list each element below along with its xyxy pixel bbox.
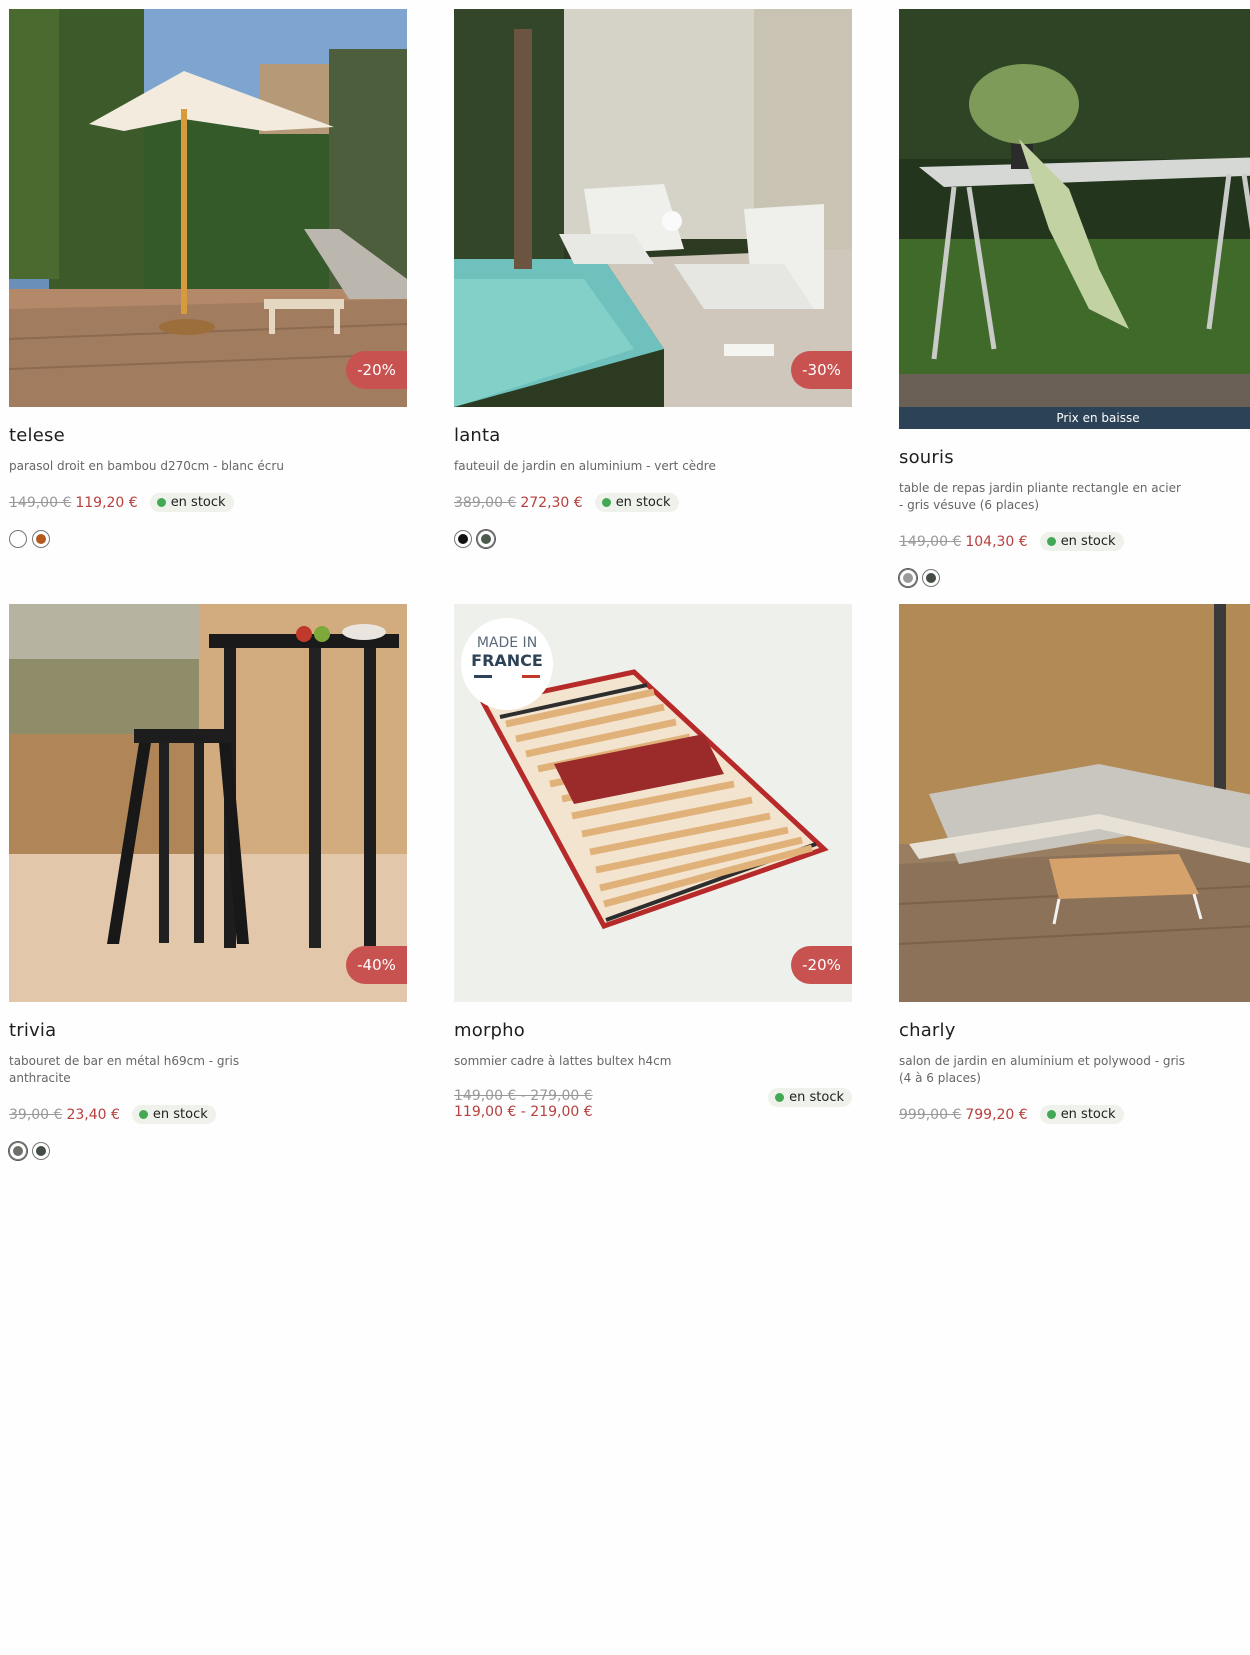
product-description: salon de jardin en aluminium et polywood… bbox=[899, 1054, 1185, 1085]
product-image-trivia[interactable]: -40% bbox=[9, 604, 407, 1002]
sale-price: 799,20 € bbox=[965, 1106, 1028, 1123]
product-name[interactable]: morpho bbox=[454, 1020, 852, 1041]
color-swatches bbox=[899, 569, 1250, 587]
product-card-lanta[interactable]: -30% lanta fauteuil de jardin en alumini… bbox=[454, 9, 852, 548]
discount-badge: -20% bbox=[346, 351, 407, 389]
color-swatch-rust[interactable] bbox=[32, 530, 50, 548]
color-swatches bbox=[454, 530, 852, 548]
product-name[interactable]: trivia bbox=[9, 1020, 407, 1041]
product-name[interactable]: telese bbox=[9, 425, 407, 446]
sale-price: 104,30 € bbox=[965, 533, 1028, 550]
price-drop-banner: Prix en baisse bbox=[899, 407, 1250, 429]
price-row: 149,00 € 104,30 € en stock bbox=[899, 532, 1250, 551]
stock-badge: en stock bbox=[1039, 532, 1124, 551]
product-name[interactable]: souris bbox=[899, 447, 1250, 468]
price-range: 149,00 € - 279,00 € 119,00 € - 219,00 € bbox=[454, 1088, 605, 1120]
stock-dot-icon bbox=[601, 498, 611, 507]
discount-badge: -20% bbox=[791, 946, 852, 984]
product-description: fauteuil de jardin en aluminium - vert c… bbox=[454, 459, 716, 473]
product-card-morpho[interactable]: MADE IN FRANCE -20% morpho sommier cadre… bbox=[454, 604, 852, 1120]
old-price: 389,00 € bbox=[454, 494, 517, 511]
color-swatch-dark-green[interactable] bbox=[32, 1142, 50, 1160]
price-row: 999,00 € 799,20 € en stock bbox=[899, 1105, 1250, 1124]
product-image-morpho[interactable]: MADE IN FRANCE -20% bbox=[454, 604, 852, 1002]
old-price: 999,00 € bbox=[899, 1106, 962, 1123]
sale-price: 119,00 € - 219,00 € bbox=[454, 1104, 593, 1120]
stock-dot-icon bbox=[138, 1110, 148, 1119]
sale-price: 119,20 € bbox=[75, 494, 138, 511]
price-row: 389,00 € 272,30 € en stock bbox=[454, 493, 852, 512]
product-name[interactable]: charly bbox=[899, 1020, 1250, 1041]
stock-dot-icon bbox=[775, 1093, 785, 1102]
old-price: 39,00 € bbox=[9, 1106, 63, 1123]
product-card-trivia[interactable]: -40% trivia tabouret de bar en métal h69… bbox=[9, 604, 407, 1160]
old-price: 149,00 € - 279,00 € bbox=[454, 1088, 593, 1104]
color-swatch-white[interactable] bbox=[9, 530, 27, 548]
old-price: 149,00 € bbox=[899, 533, 962, 550]
stock-dot-icon bbox=[1046, 537, 1056, 546]
product-card-telese[interactable]: -20% telese parasol droit en bambou d270… bbox=[9, 9, 407, 548]
color-swatches bbox=[9, 530, 407, 548]
stock-badge: en stock bbox=[594, 493, 679, 512]
product-image-souris[interactable] bbox=[899, 9, 1250, 407]
stock-dot-icon bbox=[1046, 1110, 1056, 1119]
product-card-souris[interactable]: Prix en baisse souris table de repas jar… bbox=[899, 9, 1250, 587]
stock-badge: en stock bbox=[149, 493, 234, 512]
product-description: sommier cadre à lattes bultex h4cm bbox=[454, 1054, 672, 1068]
product-image-charly[interactable] bbox=[899, 604, 1250, 1002]
discount-badge: -40% bbox=[346, 946, 407, 984]
color-swatch-grey[interactable] bbox=[899, 569, 917, 587]
price-row: 149,00 € - 279,00 € 119,00 € - 219,00 € … bbox=[454, 1088, 852, 1120]
made-in-france-badge: MADE IN FRANCE bbox=[471, 635, 543, 670]
stock-dot-icon bbox=[156, 498, 166, 507]
old-price: 149,00 € bbox=[9, 494, 72, 511]
color-swatch-cedar-green[interactable] bbox=[477, 530, 495, 548]
product-name[interactable]: lanta bbox=[454, 425, 852, 446]
color-swatches bbox=[9, 1142, 407, 1160]
stock-badge: en stock bbox=[1039, 1105, 1124, 1124]
product-description: tabouret de bar en métal h69cm - gris an… bbox=[9, 1054, 240, 1085]
product-description: parasol droit en bambou d270cm - blanc é… bbox=[9, 459, 284, 473]
price-row: 149,00 € 119,20 € en stock bbox=[9, 493, 407, 512]
color-swatch-black[interactable] bbox=[454, 530, 472, 548]
sale-price: 23,40 € bbox=[66, 1106, 120, 1123]
product-card-charly[interactable]: charly salon de jardin en aluminium et p… bbox=[899, 604, 1250, 1124]
product-description: table de repas jardin pliante rectangle … bbox=[899, 481, 1181, 512]
stock-badge: en stock bbox=[768, 1088, 852, 1107]
color-swatch-dark-green[interactable] bbox=[922, 569, 940, 587]
price-row: 39,00 € 23,40 € en stock bbox=[9, 1105, 407, 1124]
sale-price: 272,30 € bbox=[520, 494, 583, 511]
stock-badge: en stock bbox=[131, 1105, 216, 1124]
color-swatch-anthracite[interactable] bbox=[9, 1142, 27, 1160]
product-image-lanta[interactable]: -30% bbox=[454, 9, 852, 407]
discount-badge: -30% bbox=[791, 351, 852, 389]
product-image-telese[interactable]: -20% bbox=[9, 9, 407, 407]
